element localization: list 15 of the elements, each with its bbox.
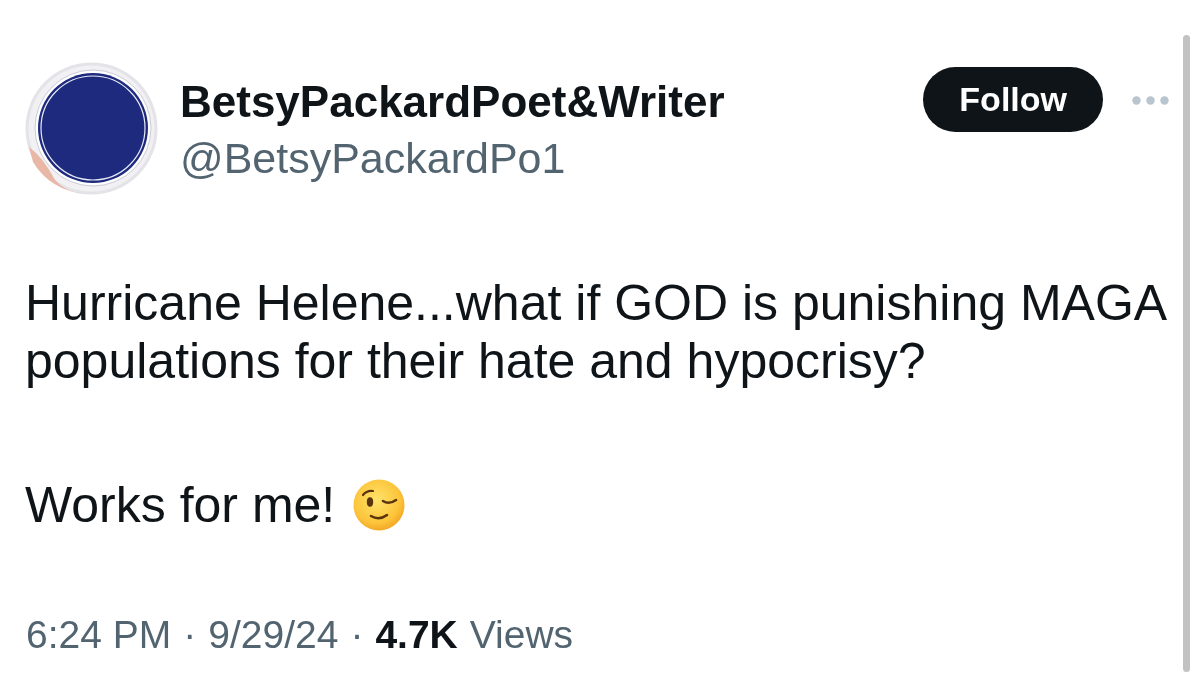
display-name[interactable]: BetsyPackardPoet&Writer xyxy=(180,75,725,128)
winking-face-icon xyxy=(353,479,406,531)
view-count: 4.7K xyxy=(375,612,458,658)
views-label: Views xyxy=(469,612,574,658)
separator-dot: · xyxy=(350,612,364,658)
more-options-icon[interactable] xyxy=(1132,96,1169,105)
tweet-text: Hurricane Helene...what if GOD is punishing MAGA populations for their hate and hypocrisy? xyxy=(25,274,1167,390)
post-date[interactable]: 9/29/24 xyxy=(208,612,339,658)
post-time[interactable]: 6:24 PM xyxy=(26,612,172,658)
avatar-image[interactable] xyxy=(25,62,158,195)
separator-dot: · xyxy=(183,612,197,658)
scroll-bar[interactable] xyxy=(1183,35,1190,672)
tweet-text: Works for me! xyxy=(25,476,336,534)
user-handle[interactable]: @BetsyPackardPo1 xyxy=(180,132,725,184)
follow-button[interactable]: Follow xyxy=(923,67,1103,132)
